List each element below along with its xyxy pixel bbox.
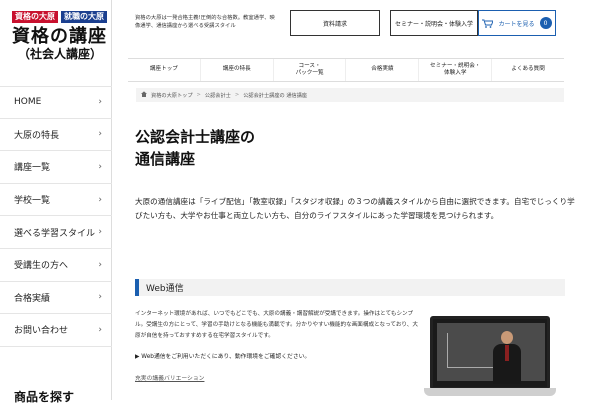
sidebar-footer-heading: 商品を探す xyxy=(14,390,75,404)
breadcrumb-level1[interactable]: 公認会計士 xyxy=(205,92,231,99)
page-title: 公認会計士講座の 通信講座 xyxy=(135,127,255,171)
lecturer-head xyxy=(501,331,513,344)
lecture-variation-link[interactable]: 充実の講義バリエーション xyxy=(135,373,204,382)
home-icon xyxy=(141,91,147,99)
cart-label: カートを見る xyxy=(498,20,535,28)
chevron-right-icon: › xyxy=(98,259,102,270)
page-title-line2: 通信講座 xyxy=(135,149,196,168)
request-materials-button[interactable]: 資料請求 xyxy=(290,10,380,36)
sidebar-item-label: 合格実績 xyxy=(14,293,51,304)
tab-seminar[interactable]: セミナー・説明会・ 体験入学 xyxy=(419,59,493,81)
chevron-right-icon: › xyxy=(98,194,102,205)
laptop-screen xyxy=(430,316,550,390)
tab-course-top[interactable]: 講座トップ xyxy=(128,59,201,81)
sidebar-item-results[interactable]: 合格実績 › xyxy=(0,282,112,315)
sidebar-item-label: 講座一覧 xyxy=(14,163,51,174)
chevron-right-icon: › xyxy=(98,161,102,172)
breadcrumb-separator: > xyxy=(234,92,240,98)
chevron-right-icon: › xyxy=(98,292,102,303)
sidebar-item-home[interactable]: HOME › xyxy=(0,86,112,119)
page-title-line1: 公認会計士講座の xyxy=(135,128,256,146)
sidebar-item-courses[interactable]: 講座一覧 › xyxy=(0,151,112,184)
header-description: 資格の大原は一発合格主義!圧倒的な合格数。教室通学、映像通学、通信講座から選べる… xyxy=(135,15,275,30)
breadcrumb: 資格の大原トップ > 公認会計士 > 公認会計士講座の 通信講座 xyxy=(136,88,564,102)
laptop-lecture-image xyxy=(424,316,556,400)
lecturer-tie xyxy=(505,345,509,361)
blackboard xyxy=(437,323,545,381)
chevron-right-icon: › xyxy=(98,324,102,335)
laptop-base xyxy=(424,388,556,396)
chevron-right-icon: › xyxy=(98,227,102,238)
tab-faq[interactable]: よくある質問 xyxy=(492,59,564,81)
sidebar-item-label: 選べる学習スタイル xyxy=(14,228,96,239)
sidebar: 資格の大原 就職の大原 資格の講座 （社会人講座） HOME › 大原の特長 ›… xyxy=(0,0,112,404)
top-nav: 講座トップ 講座の特長 コース・ パック一覧 合格実績 セミナー・説明会・ 体験… xyxy=(128,58,564,82)
cart-button[interactable]: カートを見る 0 xyxy=(478,10,556,36)
tab-results[interactable]: 合格実績 xyxy=(346,59,420,81)
web-section-heading: Web通信 xyxy=(135,279,565,296)
chevron-right-icon: › xyxy=(98,129,102,140)
web-section-text: インターネット環境があれば、いつでもどこでも、大原の講義・講習解説が受講できます… xyxy=(135,311,418,339)
breadcrumb-current: 公認会計士講座の 通信講座 xyxy=(243,92,308,99)
sidebar-item-students[interactable]: 受講生の方へ › xyxy=(0,249,112,282)
intro-text: 大原の通信講座は「ライブ配信」「教室収録」「スタジオ収録」の３つの講義スタイルか… xyxy=(135,197,575,221)
sidebar-item-contact[interactable]: お問い合わせ › xyxy=(0,314,112,347)
cart-count-badge: 0 xyxy=(539,17,552,29)
logo-badges[interactable]: 資格の大原 就職の大原 xyxy=(12,11,107,23)
cart-icon xyxy=(482,19,495,28)
breadcrumb-separator: > xyxy=(196,92,201,98)
sidebar-item-label: お問い合わせ xyxy=(14,326,69,337)
logo-subtitle: （社会人講座） xyxy=(18,47,103,61)
sidebar-item-label: 学校一覧 xyxy=(14,196,51,207)
sidebar-item-features[interactable]: 大原の特長 › xyxy=(0,119,112,152)
seminar-button[interactable]: セミナー・説明会・体験入学 xyxy=(390,10,478,36)
sidebar-item-schools[interactable]: 学校一覧 › xyxy=(0,184,112,217)
chart-drawing xyxy=(447,333,497,368)
sidebar-item-label: HOME xyxy=(14,97,42,108)
chevron-right-icon: › xyxy=(98,97,102,108)
sidebar-item-learning-style[interactable]: 選べる学習スタイル › xyxy=(0,216,112,249)
logo-badge-shushoku: 就職の大原 xyxy=(61,11,107,23)
sidebar-item-label: 受講生の方へ xyxy=(14,261,69,272)
environment-link[interactable]: ▶ Web通信をご利用いただくにあり、動作環境をご確認ください。 xyxy=(135,351,310,360)
logo-badge-shikaku: 資格の大原 xyxy=(12,11,58,23)
logo-title[interactable]: 資格の講座 xyxy=(12,28,107,46)
sidebar-nav: HOME › 大原の特長 › 講座一覧 › 学校一覧 › 選べる学習スタイル ›… xyxy=(0,86,112,347)
breadcrumb-home[interactable]: 資格の大原トップ xyxy=(151,92,193,99)
sidebar-item-label: 大原の特長 xyxy=(14,130,60,141)
tab-course-features[interactable]: 講座の特長 xyxy=(201,59,274,81)
tab-course-list[interactable]: コース・ パック一覧 xyxy=(274,59,347,81)
